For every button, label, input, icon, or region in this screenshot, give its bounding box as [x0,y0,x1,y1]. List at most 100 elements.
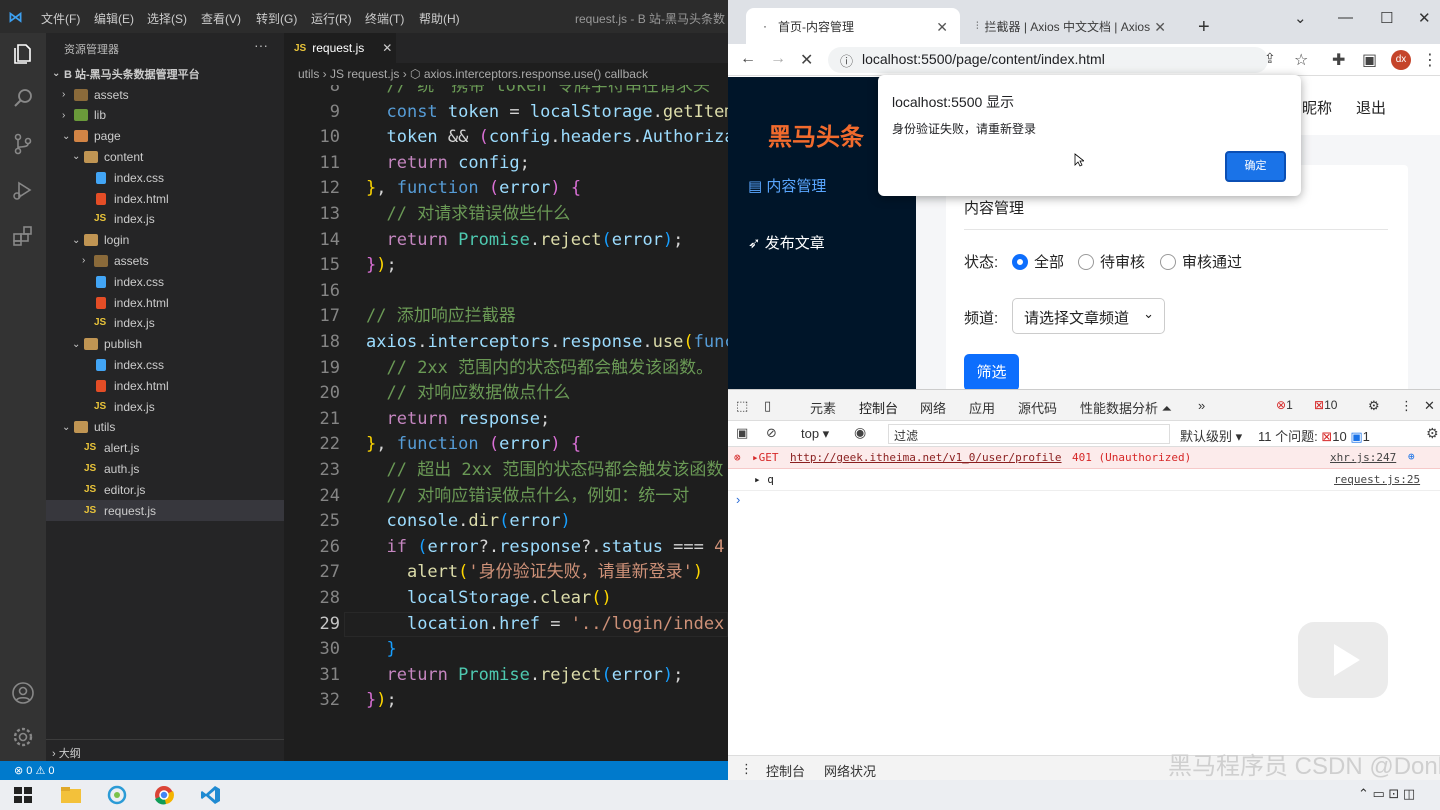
code-line[interactable]: // 统一携带 token 令牌字符串在请求头 [366,85,709,100]
kebab-menu-icon[interactable]: ⋮ [1422,50,1438,70]
run-debug-icon[interactable] [10,177,36,203]
code-line[interactable]: }); [366,253,397,279]
channel-select[interactable]: 请选择文章频道 ⌄ [1012,298,1165,334]
code-line[interactable]: console.dir(error) [366,509,570,535]
windows-start-icon[interactable] [12,785,34,805]
close-window-button[interactable]: ✕ [1418,9,1431,27]
sidebar-item-content[interactable]: ▤ 内容管理 [748,175,826,196]
tree-item[interactable]: index.html [46,188,284,209]
menu-selection[interactable]: 选择(S) [147,10,187,27]
minimize-button[interactable]: — [1338,9,1353,26]
settings-gear-icon[interactable] [10,724,36,750]
source-control-icon[interactable] [10,131,36,157]
new-tab-button[interactable]: + [1198,16,1210,39]
kebab-menu-icon[interactable]: ⋮ [740,761,753,777]
forward-icon[interactable]: → [770,50,786,68]
menu-terminal[interactable]: 终端(T) [365,10,404,27]
filter-button[interactable]: 筛选 [964,354,1019,389]
console-prompt[interactable]: › [736,492,740,507]
menu-run[interactable]: 运行(R) [311,10,352,27]
tree-item[interactable]: JS index.js [46,313,284,334]
code-line[interactable]: } [366,637,396,663]
code-line[interactable]: }, function (error) { [366,176,581,202]
tree-item[interactable]: JS index.js [46,396,284,417]
tree-item[interactable]: ⌄ page [46,126,284,147]
tree-item[interactable]: JS index.js [46,209,284,230]
tree-item[interactable]: › assets [46,84,284,105]
sidebar-toggle-icon[interactable]: ▣ [736,425,748,441]
console-filter-input[interactable]: 过滤 [888,424,1170,444]
gear-icon[interactable]: ⚙ [1426,425,1439,442]
tree-item[interactable]: index.html [46,375,284,396]
url-input[interactable]: ⓘ localhost:5500/page/content/index.html [828,47,1268,73]
close-icon[interactable]: ✕ [382,41,392,55]
issues-button[interactable]: 11 个问题: ⊠10 ▣1 [1258,426,1370,445]
warning-count-badge[interactable]: ⊠10 [1314,398,1337,412]
vscode-icon[interactable] [200,785,222,805]
code-line[interactable]: }); [366,688,397,714]
tab-network[interactable]: 网络 [920,398,946,417]
console-error-row[interactable]: ⊗ ▸GET http://geek.itheima.net/v1_0/user… [728,447,1440,469]
tab-sources[interactable]: 源代码 [1018,398,1057,417]
sidebar-item-publish[interactable]: ➶ 发布文章 [748,232,825,253]
close-icon[interactable]: ✕ [1424,398,1435,414]
radio-pending[interactable]: 待审核 [1078,251,1145,272]
back-icon[interactable]: ← [740,50,756,68]
code-line[interactable]: // 添加响应拦截器 [366,304,516,330]
close-icon[interactable]: ✕ [1154,19,1166,36]
radio-all[interactable]: 全部 [1012,251,1064,272]
workspace-root[interactable]: ⌄ B 站-黑马头条数据管理平台 [46,63,284,84]
code-line[interactable]: return Promise.reject(error); [366,228,683,254]
menu-view[interactable]: 查看(V) [201,10,241,27]
tree-item[interactable]: JS auth.js [46,458,284,479]
tray-icons[interactable]: ⌃ ▭ ⊡ ◫ [1358,786,1415,802]
outline-section[interactable]: › 大纲 [46,739,284,761]
tree-item[interactable]: ⌄ content [46,146,284,167]
console-log-row[interactable]: ▸ q request.js:25 [728,469,1440,491]
menu-go[interactable]: 转到(G) [256,10,297,27]
code-line[interactable]: const token = localStorage.getItem [366,100,728,126]
breadcrumb[interactable]: utils › JS request.js › ⬡ axios.intercep… [284,63,728,85]
code-line[interactable]: return Promise.reject(error); [366,663,683,689]
tree-item[interactable]: ⌄ utils [46,417,284,438]
request-url-link[interactable]: http://geek.itheima.net/v1_0/user/profil… [790,451,1062,464]
tree-item[interactable]: ⌄ publish [46,334,284,355]
code-line[interactable]: // 对请求错误做些什么 [366,202,570,228]
code-line[interactable]: return response; [366,407,550,433]
menu-edit[interactable]: 编辑(E) [94,10,134,27]
extensions-puzzle-icon[interactable]: ✚ [1332,50,1345,70]
clear-console-icon[interactable]: ⊘ [766,425,777,441]
file-explorer-icon[interactable] [60,785,82,805]
tree-item[interactable]: JS request.js [46,500,284,521]
tab-elements[interactable]: 元素 [810,398,836,417]
tab-performance[interactable]: 性能数据分析 ⏶ [1080,398,1172,417]
status-bar[interactable]: ⊗ 0 ⚠ 0 [0,761,728,780]
drawer-tab-console[interactable]: 控制台 [766,761,805,780]
code-line[interactable]: // 对响应数据做点什么 [366,381,570,407]
code-line[interactable]: return config; [366,151,529,177]
drawer-tab-network-conditions[interactable]: 网络状况 [824,761,876,780]
log-level-select[interactable]: 默认级别 ▾ [1180,426,1242,445]
tree-item[interactable]: JS alert.js [46,438,284,459]
network-icon[interactable]: ⊕ [1408,450,1415,463]
sidepanel-icon[interactable]: ▣ [1362,50,1377,70]
radio-passed[interactable]: 审核通过 [1160,251,1242,272]
search-icon[interactable] [10,85,36,111]
menu-file[interactable]: 文件(F) [41,10,80,27]
maximize-button[interactable]: ☐ [1380,9,1393,27]
source-link[interactable]: xhr.js:247 [1330,451,1396,464]
explorer-icon[interactable] [10,41,36,67]
code-line[interactable]: alert('身份验证失败，请重新登录') [366,560,703,586]
extensions-icon[interactable] [10,223,36,249]
video-play-overlay[interactable] [1298,622,1388,698]
tree-item[interactable]: index.css [46,354,284,375]
tree-item[interactable]: › lib [46,105,284,126]
code-line[interactable]: location.href = '../login/index [366,612,724,638]
source-link[interactable]: request.js:25 [1334,473,1420,486]
context-select[interactable]: top ▾ [801,426,829,442]
menu-help[interactable]: 帮助(H) [419,10,460,27]
inspect-icon[interactable]: ⬚ [736,398,748,414]
code-line[interactable]: token && (config.headers.Authorization [366,125,728,151]
tree-item[interactable]: JS editor.js [46,479,284,500]
tree-item[interactable]: index.css [46,167,284,188]
